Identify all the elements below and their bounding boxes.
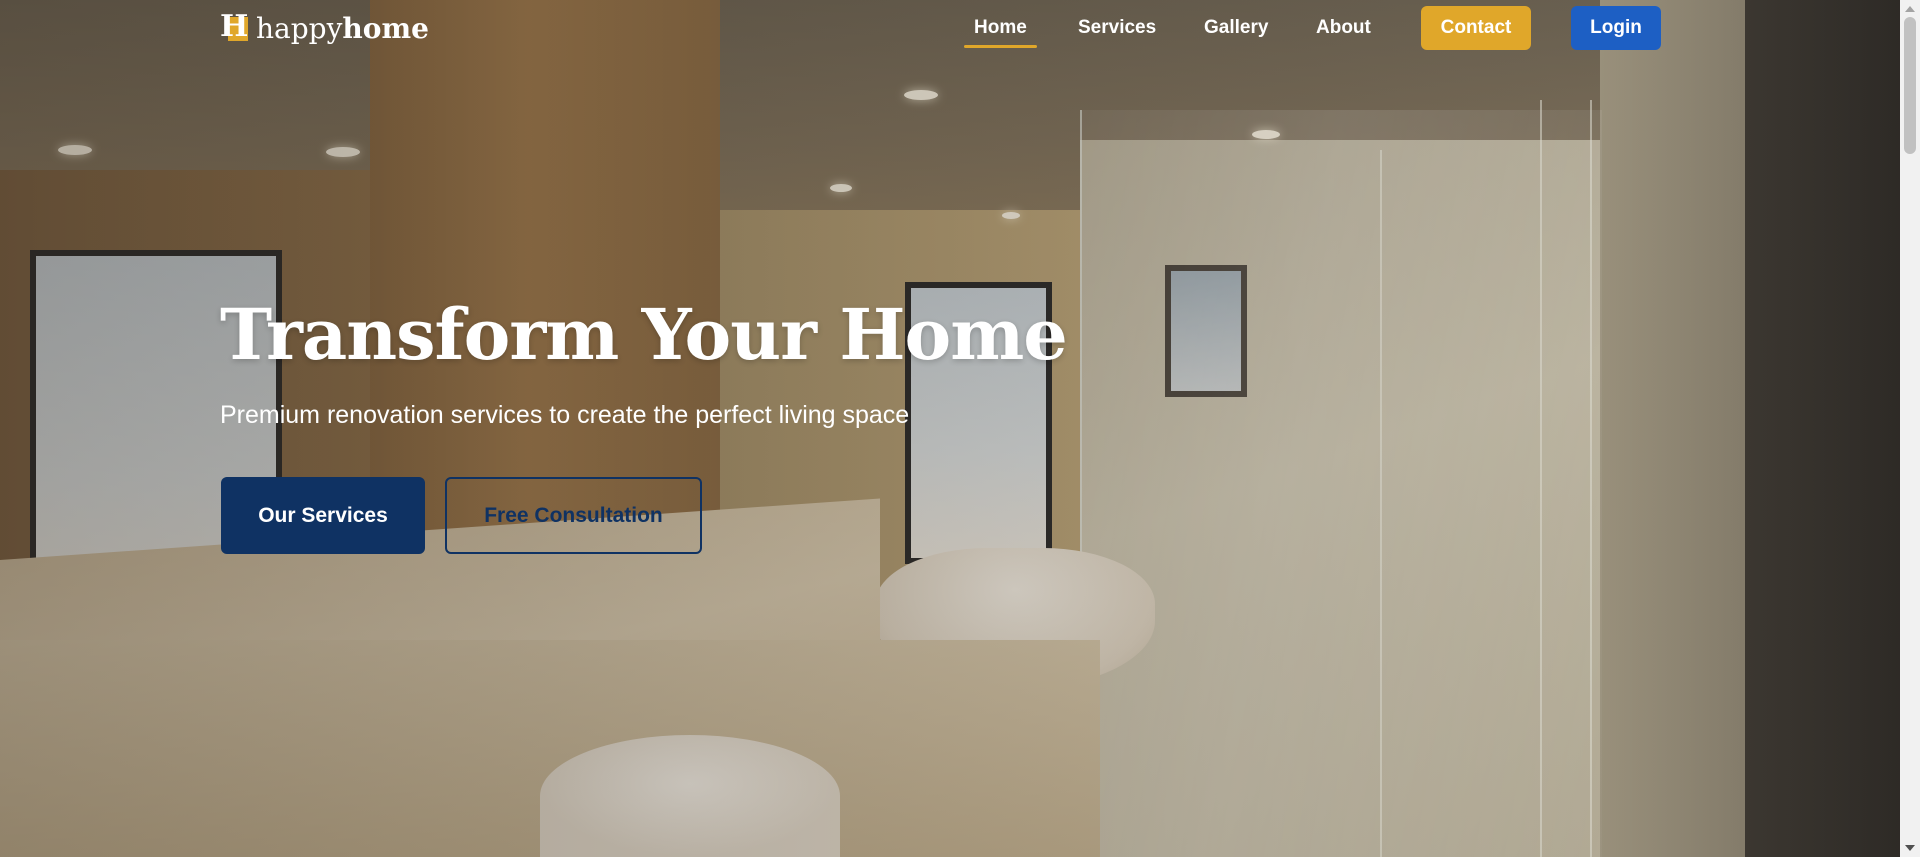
logo[interactable]: H happy home bbox=[220, 10, 429, 46]
hero-title: Transform Your Home bbox=[220, 293, 1068, 376]
top-navigation: H happy home Home Services Gallery About … bbox=[0, 0, 1900, 56]
scroll-up-arrow-icon[interactable] bbox=[1900, 0, 1920, 17]
logo-mark: H bbox=[220, 9, 254, 44]
nav-link-about[interactable]: About bbox=[1316, 14, 1371, 42]
page-scrollbar[interactable] bbox=[1900, 0, 1920, 857]
logo-text-happy: happy bbox=[256, 11, 343, 45]
nav-link-home[interactable]: Home bbox=[964, 14, 1037, 48]
scroll-down-arrow-icon[interactable] bbox=[1900, 840, 1920, 857]
contact-button[interactable]: Contact bbox=[1421, 6, 1531, 50]
hero-subtitle: Premium renovation services to create th… bbox=[220, 401, 910, 429]
nav-link-services[interactable]: Services bbox=[1078, 14, 1156, 42]
login-button[interactable]: Login bbox=[1571, 6, 1661, 50]
free-consultation-button[interactable]: Free Consultation bbox=[445, 477, 702, 554]
logo-text-home: home bbox=[342, 11, 429, 45]
nav-link-gallery[interactable]: Gallery bbox=[1204, 14, 1268, 42]
logo-letter: H bbox=[220, 9, 249, 44]
our-services-button[interactable]: Our Services bbox=[221, 477, 425, 554]
scrollbar-thumb[interactable] bbox=[1904, 17, 1916, 154]
